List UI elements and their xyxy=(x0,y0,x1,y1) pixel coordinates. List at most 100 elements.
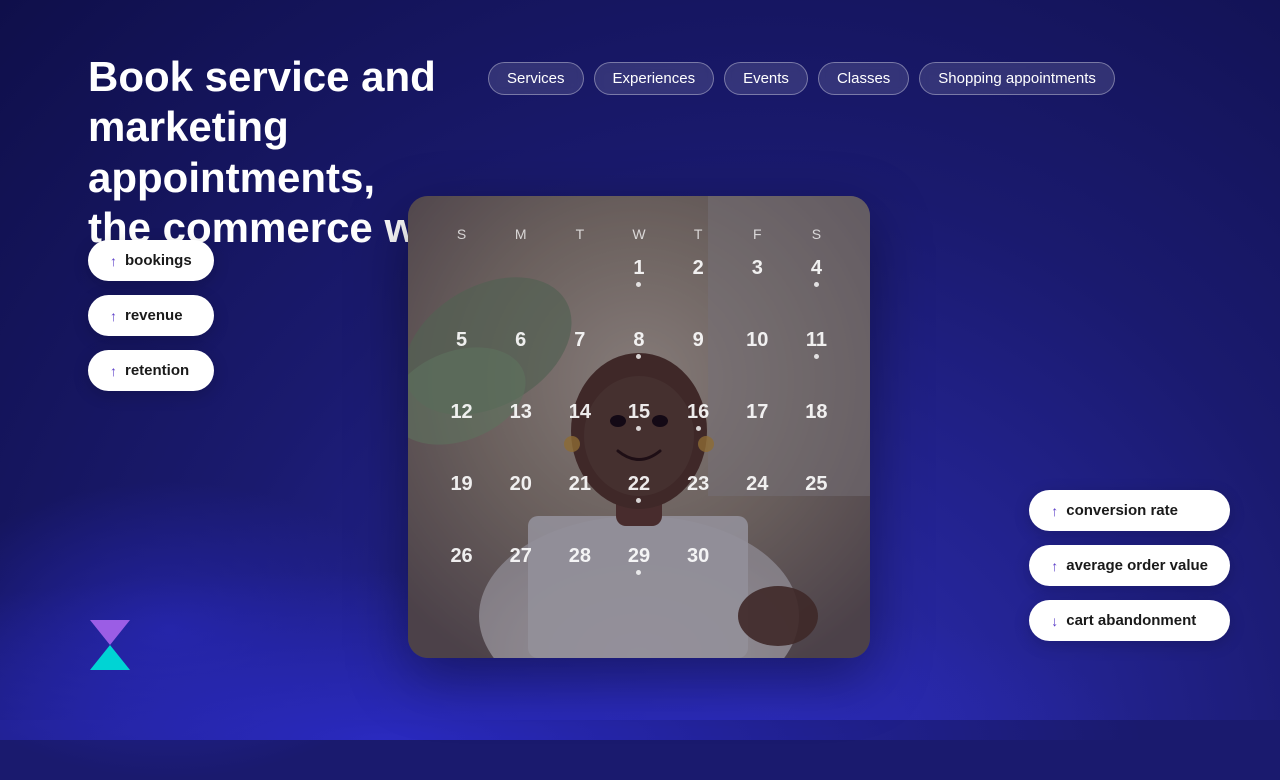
calendar-cell[interactable]: 9 xyxy=(669,322,728,394)
calendar-day-name: S xyxy=(787,226,846,242)
calendar-date-number: 18 xyxy=(805,402,827,422)
calendar-date-number: 24 xyxy=(746,474,768,494)
calendar-cell xyxy=(550,250,609,322)
arrow-retention: ↑ xyxy=(110,363,117,379)
calendar-cell xyxy=(491,250,550,322)
calendar-cell[interactable]: 12 xyxy=(432,394,491,466)
calendar-cell[interactable]: 16 xyxy=(669,394,728,466)
calendar-date-number: 15 xyxy=(628,402,650,422)
calendar-cell[interactable]: 29 xyxy=(609,538,668,610)
calendar-cell[interactable]: 15 xyxy=(609,394,668,466)
calendar-cell[interactable]: 14 xyxy=(550,394,609,466)
calendar-event-dot xyxy=(636,354,641,359)
metric-pill-revenue[interactable]: ↑ revenue xyxy=(88,295,214,336)
calendar-date-number: 12 xyxy=(450,402,472,422)
calendar-cell[interactable]: 8 xyxy=(609,322,668,394)
metric-pill-conversion[interactable]: ↑ conversion rate xyxy=(1029,490,1230,531)
calendar-event-dot xyxy=(636,426,641,431)
metric-pill-aov[interactable]: ↑average order value xyxy=(1029,545,1230,586)
right-metrics: ↑ conversion rate ↑average order value ↓ car… xyxy=(1029,490,1230,641)
calendar-date-number: 1 xyxy=(633,258,644,278)
calendar-date-number: 22 xyxy=(628,474,650,494)
calendar-cell[interactable]: 21 xyxy=(550,466,609,538)
tag-shopping[interactable]: Shopping appointments xyxy=(919,62,1115,95)
calendar-date-number: 14 xyxy=(569,402,591,422)
metric-label-retention: retention xyxy=(125,362,189,379)
calendar-day-headers: SMTWTFS xyxy=(432,226,846,242)
metric-label-conversion: conversion rate xyxy=(1066,502,1178,519)
calendar-cell[interactable]: 5 xyxy=(432,322,491,394)
calendar-date-number: 27 xyxy=(510,546,532,566)
calendar-cell[interactable]: 6 xyxy=(491,322,550,394)
arrow-cart: ↓ xyxy=(1051,613,1058,629)
calendar-cell[interactable]: 13 xyxy=(491,394,550,466)
arrow-conversion: ↑ xyxy=(1051,503,1058,519)
calendar-cell[interactable]: 19 xyxy=(432,466,491,538)
calendar-cell[interactable]: 2 xyxy=(669,250,728,322)
calendar-week-0: 1 2 3 4 xyxy=(432,250,846,322)
calendar-cell[interactable]: 28 xyxy=(550,538,609,610)
calendar-cell[interactable]: 1 xyxy=(609,250,668,322)
headline-line1: Book service and marketing appointments, xyxy=(88,53,436,201)
calendar-cell[interactable]: 20 xyxy=(491,466,550,538)
calendar-cell[interactable]: 10 xyxy=(728,322,787,394)
calendar-date-number: 19 xyxy=(450,474,472,494)
tag-classes[interactable]: Classes xyxy=(818,62,909,95)
calendar-date-number: 4 xyxy=(811,258,822,278)
calendar-cell[interactable]: 25 xyxy=(787,466,846,538)
metric-pill-cart[interactable]: ↓ cart abandonment xyxy=(1029,600,1230,641)
metric-pill-bookings[interactable]: ↑ bookings xyxy=(88,240,214,281)
calendar-cell[interactable]: 27 xyxy=(491,538,550,610)
calendar-cell xyxy=(432,250,491,322)
tag-events[interactable]: Events xyxy=(724,62,808,95)
calendar-day-name: T xyxy=(550,226,609,242)
left-metrics: ↑ bookings ↑ revenue ↑ retention xyxy=(88,240,214,391)
calendar-cell[interactable]: 30 xyxy=(669,538,728,610)
calendar-event-dot xyxy=(636,570,641,575)
calendar-cell[interactable]: 17 xyxy=(728,394,787,466)
tags-row: Services Experiences Events Classes Shopping… xyxy=(488,62,1220,95)
calendar-cell[interactable]: 23 xyxy=(669,466,728,538)
calendar-cell[interactable]: 4 xyxy=(787,250,846,322)
calendar-day-name: S xyxy=(432,226,491,242)
calendar-date-number: 5 xyxy=(456,330,467,350)
main-content: Book service and marketing appointments,… xyxy=(0,0,1280,720)
calendar-date-number: 16 xyxy=(687,402,709,422)
logo xyxy=(80,615,140,680)
calendar-date-number: 7 xyxy=(574,330,585,350)
calendar-week-4: 26 27 28 29 30 xyxy=(432,538,846,610)
metric-label-bookings: bookings xyxy=(125,252,192,269)
calendar-date-number: 29 xyxy=(628,546,650,566)
calendar-date-number: 6 xyxy=(515,330,526,350)
metric-pill-retention[interactable]: ↑ retention xyxy=(88,350,214,391)
calendar-cell[interactable]: 18 xyxy=(787,394,846,466)
calendar-week-3: 19 20 21 22 23 24 25 xyxy=(432,466,846,538)
calendar-cell xyxy=(728,538,787,610)
logo-icon xyxy=(80,615,140,675)
calendar-day-name: W xyxy=(609,226,668,242)
calendar-week-2: 12 13 14 15 16 17 18 xyxy=(432,394,846,466)
calendar-cell[interactable]: 24 xyxy=(728,466,787,538)
calendar-date-number: 21 xyxy=(569,474,591,494)
tag-services[interactable]: Services xyxy=(488,62,584,95)
calendar-cell[interactable]: 3 xyxy=(728,250,787,322)
metric-label-cart: cart abandonment xyxy=(1066,612,1196,629)
arrow-bookings: ↑ xyxy=(110,253,117,269)
arrow-revenue: ↑ xyxy=(110,308,117,324)
calendar-container: SMTWTFS 12345678910111213141516171819202… xyxy=(408,196,870,658)
metric-label-revenue: revenue xyxy=(125,307,183,324)
calendar-date-number: 10 xyxy=(746,330,768,350)
calendar-week-1: 5 6 7 89 10 11 xyxy=(432,322,846,394)
calendar-cell[interactable]: 22 xyxy=(609,466,668,538)
tag-experiences[interactable]: Experiences xyxy=(594,62,715,95)
calendar-cell[interactable]: 26 xyxy=(432,538,491,610)
calendar-date-number: 3 xyxy=(752,258,763,278)
calendar-day-name: M xyxy=(491,226,550,242)
calendar-cell[interactable]: 11 xyxy=(787,322,846,394)
calendar-date-number: 11 xyxy=(806,330,827,350)
calendar-grid: SMTWTFS 12345678910111213141516171819202… xyxy=(408,196,870,658)
calendar-cell[interactable]: 7 xyxy=(550,322,609,394)
calendar-date-number: 20 xyxy=(510,474,532,494)
calendar-date-number: 13 xyxy=(510,402,532,422)
calendar-day-name: T xyxy=(669,226,728,242)
